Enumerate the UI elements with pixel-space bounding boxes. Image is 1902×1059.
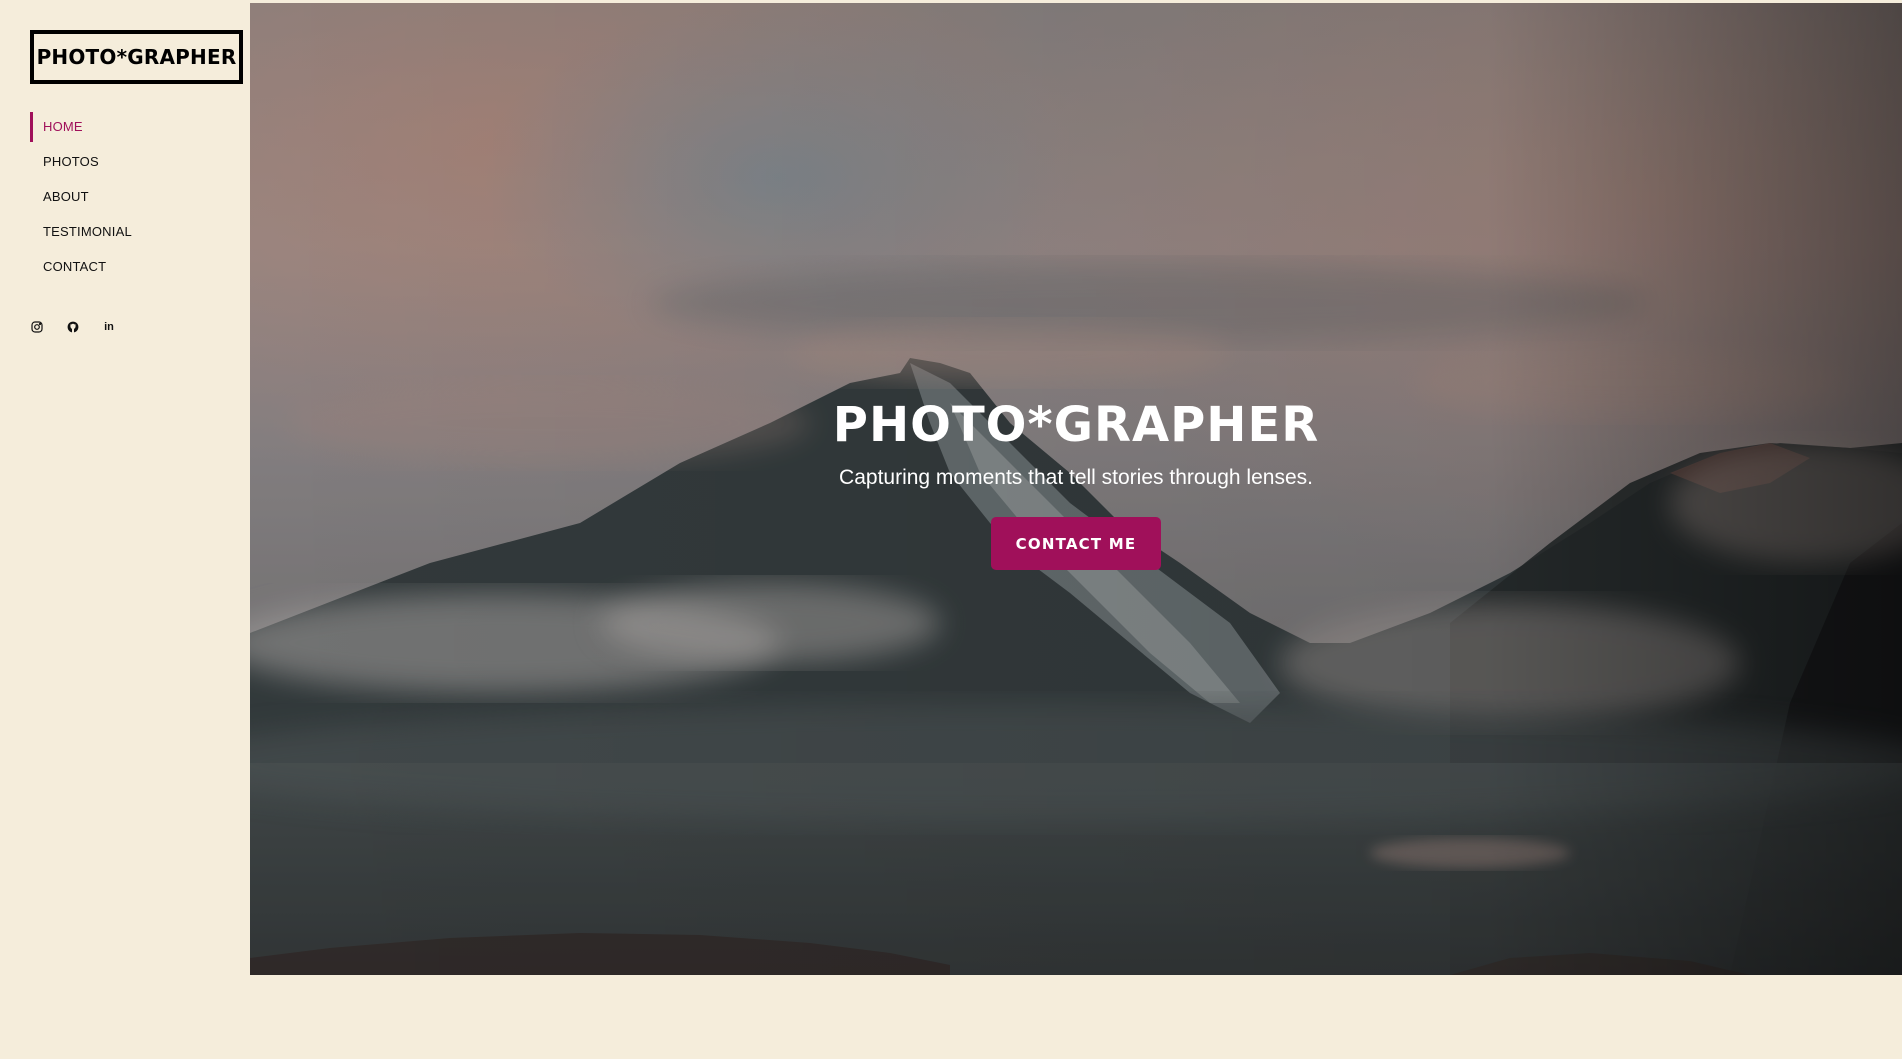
- contact-me-button[interactable]: CONTACT ME: [991, 517, 1161, 570]
- sidebar: PHOTO*GRAPHER HOME PHOTOS ABOUT TESTIMON…: [0, 0, 250, 1059]
- nav-item-home[interactable]: HOME: [30, 112, 230, 142]
- main-nav: HOME PHOTOS ABOUT TESTIMONIAL CONTACT: [30, 112, 230, 287]
- nav-item-contact[interactable]: CONTACT: [30, 252, 230, 282]
- hero-section: PHOTO*GRAPHER Capturing moments that tel…: [250, 3, 1902, 975]
- linkedin-icon[interactable]: in: [102, 320, 116, 334]
- instagram-icon[interactable]: [30, 320, 44, 334]
- hero-content: PHOTO*GRAPHER Capturing moments that tel…: [250, 393, 1902, 570]
- nav-item-about[interactable]: ABOUT: [30, 182, 230, 212]
- social-links: in: [30, 320, 116, 334]
- logo[interactable]: PHOTO*GRAPHER: [30, 30, 243, 84]
- nav-item-photos[interactable]: PHOTOS: [30, 147, 230, 177]
- hero-title: PHOTO*GRAPHER: [832, 397, 1320, 453]
- page: PHOTO*GRAPHER HOME PHOTOS ABOUT TESTIMON…: [0, 0, 1902, 1059]
- github-icon[interactable]: [66, 320, 80, 334]
- hero-subtitle: Capturing moments that tell stories thro…: [839, 466, 1313, 489]
- nav-item-testimonial[interactable]: TESTIMONIAL: [30, 217, 230, 247]
